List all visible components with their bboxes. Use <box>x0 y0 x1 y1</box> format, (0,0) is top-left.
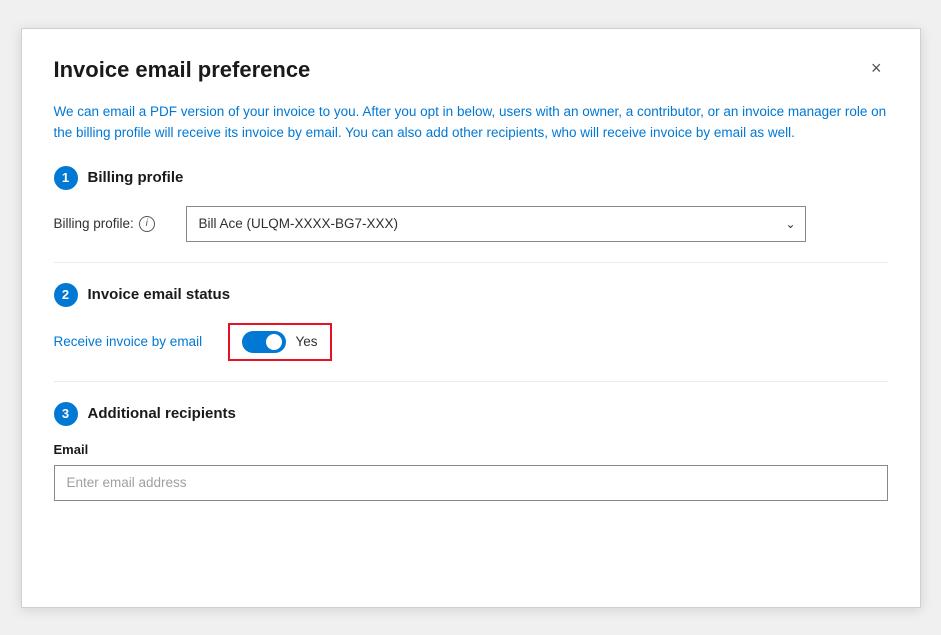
section-3-number: 3 <box>54 402 78 426</box>
additional-recipients-content: Email <box>54 442 888 501</box>
email-toggle[interactable] <box>242 331 286 353</box>
email-field-label: Email <box>54 442 888 457</box>
toggle-status-text: Yes <box>296 334 318 349</box>
billing-profile-dropdown[interactable]: Bill Ace (ULQM-XXXX-BG7-XXX) <box>186 206 806 242</box>
billing-profile-section: 1 Billing profile Billing profile: i Bil… <box>54 166 888 242</box>
toggle-row: Receive invoice by email Yes <box>54 323 888 361</box>
section-1-number: 1 <box>54 166 78 190</box>
billing-profile-dropdown-wrapper: Bill Ace (ULQM-XXXX-BG7-XXX) ⌄ <box>186 206 806 242</box>
toggle-knob <box>266 334 282 350</box>
toggle-label: Receive invoice by email <box>54 334 214 349</box>
section-1-header: 1 Billing profile <box>54 166 888 190</box>
email-input[interactable] <box>54 465 888 501</box>
close-button[interactable]: × <box>865 57 888 79</box>
billing-profile-field-row: Billing profile: i Bill Ace (ULQM-XXXX-B… <box>54 206 888 242</box>
invoice-email-status-section: 2 Invoice email status Receive invoice b… <box>54 283 888 361</box>
billing-profile-label: Billing profile: i <box>54 216 174 232</box>
additional-recipients-section: 3 Additional recipients Email <box>54 402 888 501</box>
divider-2 <box>54 381 888 382</box>
section-2-number: 2 <box>54 283 78 307</box>
toggle-highlight-box: Yes <box>228 323 332 361</box>
billing-profile-info-icon[interactable]: i <box>139 216 155 232</box>
invoice-email-dialog: Invoice email preference × We can email … <box>21 28 921 608</box>
description-text: We can email a PDF version of your invoi… <box>54 101 888 144</box>
section-1-title: Billing profile <box>88 169 184 186</box>
section-3-header: 3 Additional recipients <box>54 402 888 426</box>
dialog-header: Invoice email preference × <box>54 57 888 83</box>
divider-1 <box>54 262 888 263</box>
section-3-title: Additional recipients <box>88 405 236 422</box>
section-2-header: 2 Invoice email status <box>54 283 888 307</box>
dialog-title: Invoice email preference <box>54 57 311 83</box>
section-2-title: Invoice email status <box>88 286 231 303</box>
